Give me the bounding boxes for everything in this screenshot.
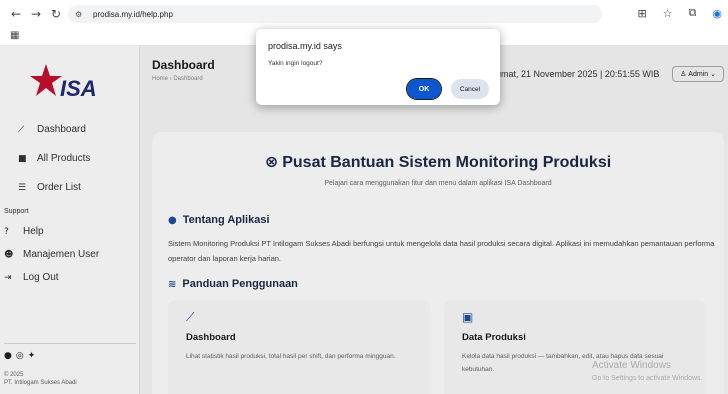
url-text: prodisa.my.id/help.php bbox=[93, 9, 173, 19]
star-icon[interactable]: ☆ bbox=[663, 7, 673, 20]
profile-icon[interactable]: ◉ bbox=[712, 7, 722, 20]
browser-toolbar: ← → ↻ ⚙ prodisa.my.id/help.php ⊞ ☆ ⧉ ◉ bbox=[0, 0, 728, 28]
windows-watermark-subtitle: Go to Settings to activate Windows. bbox=[592, 375, 703, 382]
browser-actions: ⊞ ☆ ⧉ ◉ bbox=[637, 6, 722, 20]
arrow-left-icon[interactable]: ← bbox=[8, 6, 24, 22]
ok-button[interactable]: OK bbox=[406, 78, 442, 100]
apps-grid-icon[interactable]: ▦ bbox=[10, 30, 19, 41]
dialog-message: Yakin ingin logout? bbox=[268, 60, 323, 67]
address-bar[interactable]: ⚙ prodisa.my.id/help.php bbox=[68, 5, 602, 23]
extensions-icon[interactable]: ⧉ bbox=[689, 6, 697, 20]
arrow-right-icon[interactable]: → bbox=[28, 6, 44, 22]
dialog-title: prodisa.my.id says bbox=[268, 41, 342, 51]
translate-icon[interactable]: ⊞ bbox=[637, 7, 646, 20]
site-settings-icon[interactable]: ⚙ bbox=[75, 10, 87, 19]
reload-icon[interactable]: ↻ bbox=[48, 6, 64, 22]
windows-watermark-title: Activate Windows bbox=[592, 360, 671, 371]
logout-confirm-dialog: prodisa.my.id says Yakin ingin logout? O… bbox=[256, 29, 500, 105]
cancel-button[interactable]: Cancel bbox=[451, 79, 489, 99]
